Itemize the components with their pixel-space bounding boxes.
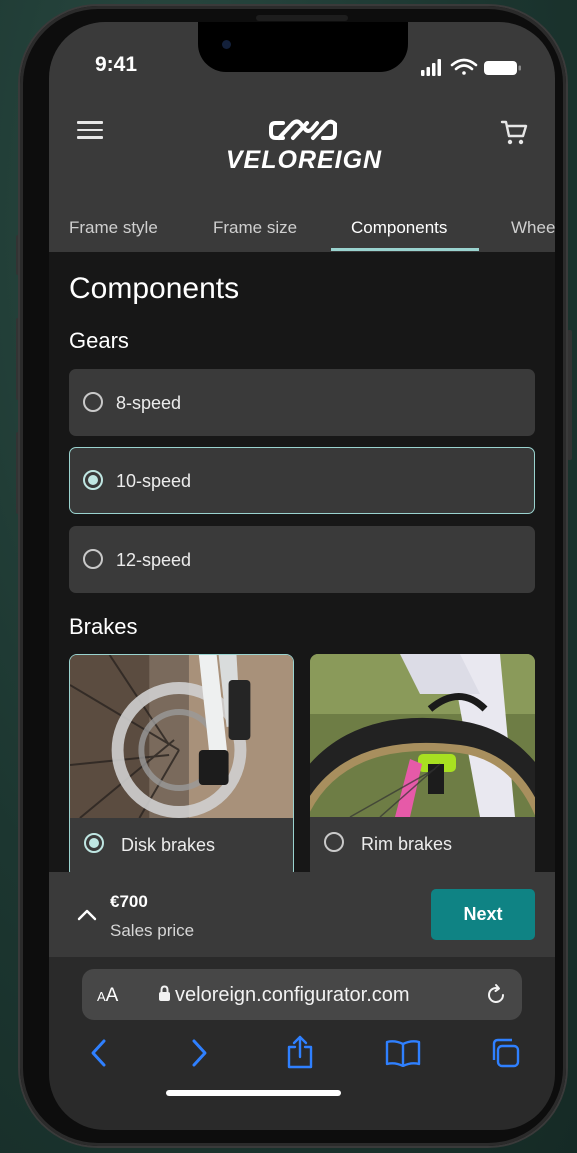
price-bar: €700 Sales price Next <box>49 872 555 957</box>
brake-option-rim[interactable]: Rim brakes <box>310 654 535 879</box>
url-display[interactable]: veloreign.configurator.com <box>158 984 410 1007</box>
forward-icon[interactable] <box>187 1038 211 1073</box>
radio-button-selected[interactable] <box>84 833 104 853</box>
front-camera <box>222 40 231 49</box>
page-title: Components <box>69 272 240 305</box>
status-icons <box>421 58 531 83</box>
wifi-icon <box>450 58 478 75</box>
status-time: 9:41 <box>95 53 138 76</box>
chevron-up-icon[interactable] <box>77 908 97 927</box>
url-text: veloreign.configurator.com <box>175 984 410 1006</box>
gear-option-label: 12-speed <box>116 550 192 570</box>
tabs-icon[interactable] <box>489 1037 521 1074</box>
radio-button[interactable] <box>83 392 103 412</box>
sales-price-label: Sales price <box>110 921 195 940</box>
brakes-heading: Brakes <box>69 614 138 639</box>
share-icon[interactable] <box>285 1035 315 1074</box>
brake-option-label: Disk brakes <box>121 835 216 855</box>
notch-speaker <box>256 15 348 21</box>
main-content: Components Gears 8-speed 10-speed 12-spe… <box>49 252 555 879</box>
gear-option-12-speed[interactable]: 12-speed <box>69 526 535 593</box>
phone-screen: 9:41 VELOREIGN Frame style Frame size Co… <box>49 22 555 1130</box>
power-button <box>567 330 572 460</box>
disk-brakes-image <box>70 655 293 818</box>
tab-wheels[interactable]: Whee <box>511 218 555 238</box>
sales-price-value: €700 <box>110 892 148 911</box>
reload-icon[interactable] <box>484 983 508 1012</box>
gear-option-8-speed[interactable]: 8-speed <box>69 369 535 436</box>
gears-heading: Gears <box>69 328 129 353</box>
gear-option-label: 8-speed <box>116 393 182 413</box>
tab-components[interactable]: Components <box>351 218 447 238</box>
gear-option-10-speed[interactable]: 10-speed <box>69 447 535 514</box>
radio-button[interactable] <box>324 832 344 852</box>
cart-icon[interactable] <box>499 118 529 153</box>
text-size-button[interactable]: AA <box>97 985 118 1007</box>
step-tabs: Frame style Frame size Components Whee <box>49 207 555 252</box>
gear-option-label: 10-speed <box>116 471 192 491</box>
hamburger-menu-icon[interactable] <box>77 121 103 141</box>
tab-frame-style[interactable]: Frame style <box>69 218 158 238</box>
brand-logo-icon <box>269 119 337 140</box>
brake-option-disk[interactable]: Disk brakes <box>69 654 294 879</box>
brake-option-label: Rim brakes <box>361 834 453 854</box>
lock-icon <box>159 985 170 1001</box>
brand-name: VELOREIGN <box>225 146 383 174</box>
brand-logo[interactable]: VELOREIGN <box>219 118 389 175</box>
rim-brakes-image <box>310 654 535 817</box>
home-indicator[interactable] <box>166 1090 341 1096</box>
battery-icon <box>484 61 521 75</box>
browser-toolbar: AA veloreign.configurator.com <box>49 957 555 1130</box>
tab-frame-size[interactable]: Frame size <box>213 218 297 238</box>
cellular-signal-icon <box>421 59 441 76</box>
back-icon[interactable] <box>87 1038 111 1073</box>
active-tab-indicator <box>331 248 479 251</box>
bookmarks-icon[interactable] <box>385 1039 421 1072</box>
next-button[interactable]: Next <box>431 889 535 940</box>
radio-button-selected[interactable] <box>83 470 103 490</box>
address-bar[interactable]: AA veloreign.configurator.com <box>82 969 522 1020</box>
radio-button[interactable] <box>83 549 103 569</box>
